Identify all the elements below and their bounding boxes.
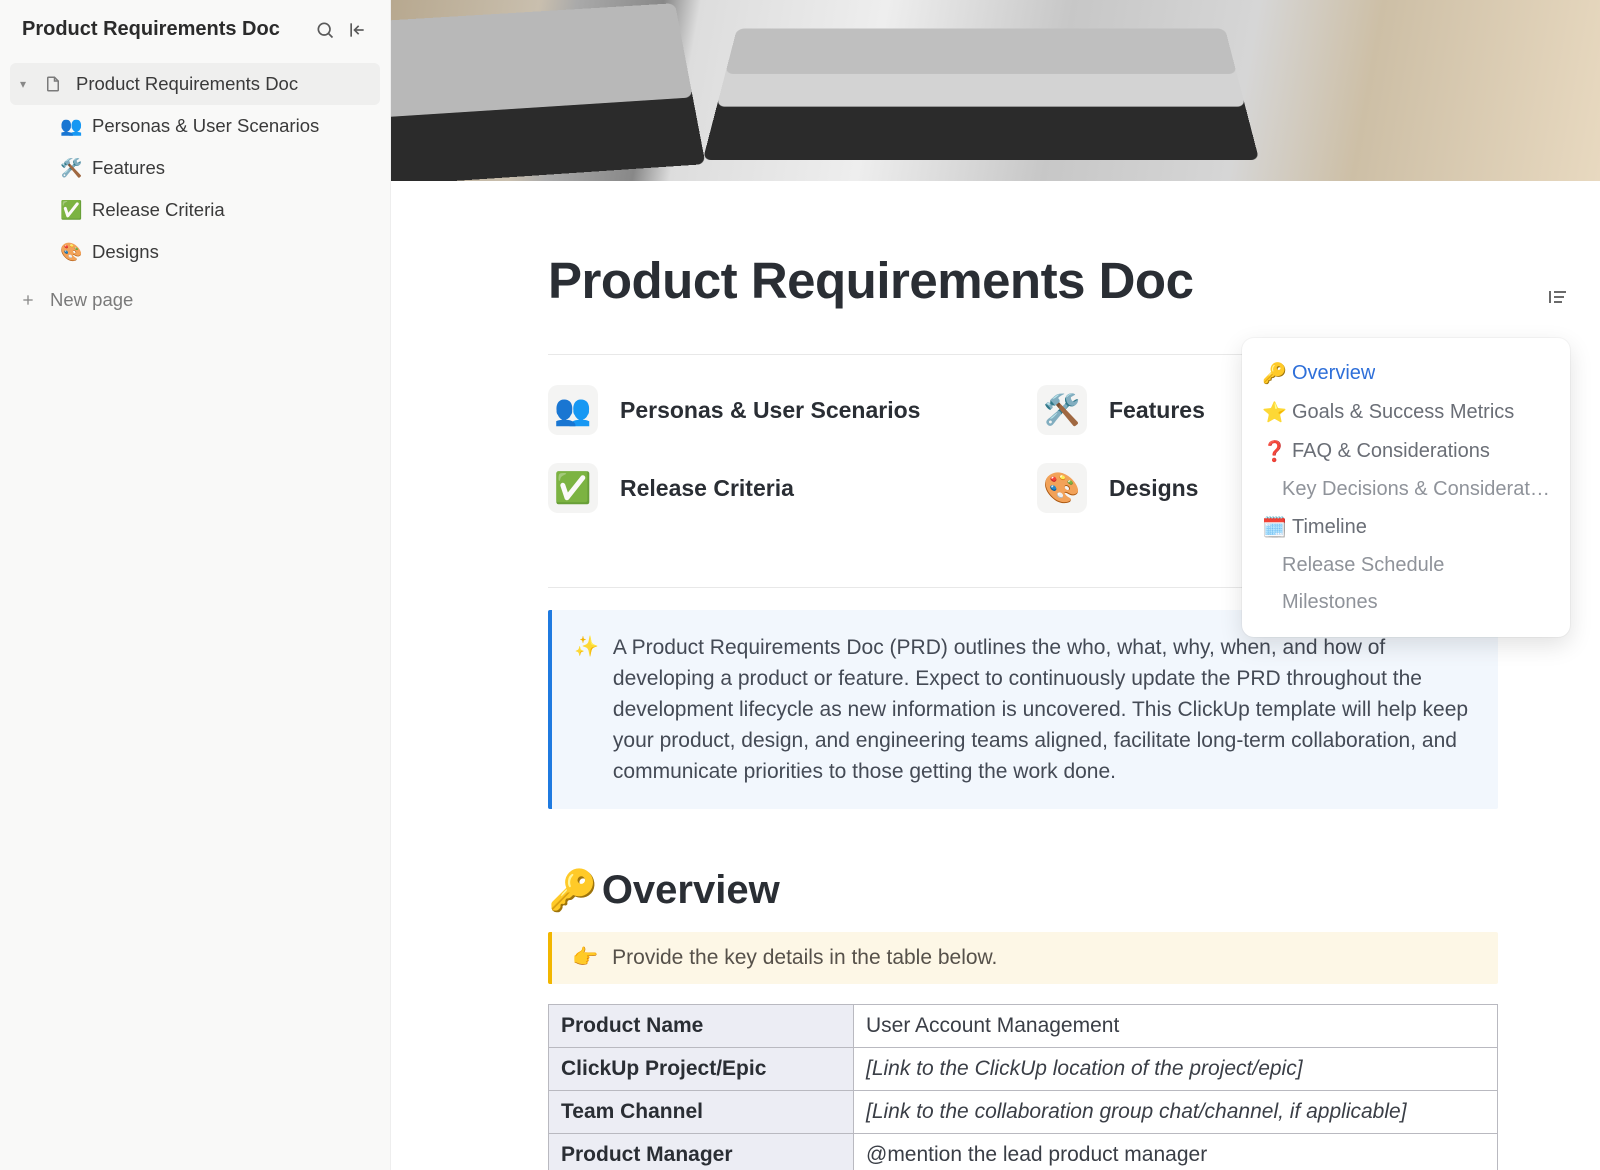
table-key: Team Channel	[549, 1091, 854, 1134]
card-label: Designs	[1109, 475, 1198, 502]
toc-item-faq[interactable]: ❓ FAQ & Considerations	[1252, 432, 1560, 471]
table-row[interactable]: Product Name User Account Management	[549, 1005, 1498, 1048]
designs-emoji-icon: 🎨	[60, 242, 82, 263]
calendar-emoji-icon: 🗓️	[1262, 515, 1284, 540]
sidebar-header: Product Requirements Doc	[0, 0, 390, 57]
hint-callout: 👉 Provide the key details in the table b…	[548, 932, 1498, 984]
toc-label: Overview	[1292, 362, 1375, 385]
table-key: Product Manager	[549, 1134, 854, 1170]
tree-item-label: Designs	[92, 241, 159, 263]
toc-label: Milestones	[1282, 591, 1378, 614]
toc-item-timeline[interactable]: 🗓️ Timeline	[1252, 508, 1560, 547]
card-label: Personas & User Scenarios	[620, 397, 920, 424]
chevron-down-icon[interactable]: ▾	[20, 77, 34, 91]
personas-emoji-icon: 👥	[548, 385, 598, 435]
toc-label: Release Schedule	[1282, 554, 1444, 577]
hint-text: Provide the key details in the table bel…	[612, 946, 997, 970]
tree-item-label: Personas & User Scenarios	[92, 115, 319, 137]
toc-label: Goals & Success Metrics	[1292, 401, 1514, 424]
table-row[interactable]: Product Manager @mention the lead produc…	[549, 1134, 1498, 1170]
main: 🔑 Overview ⭐ Goals & Success Metrics ❓ F…	[391, 0, 1600, 1170]
toc-item-goals[interactable]: ⭐ Goals & Success Metrics	[1252, 393, 1560, 432]
overview-title: Overview	[602, 868, 780, 913]
table-value[interactable]: [Link to the collaboration group chat/ch…	[854, 1091, 1498, 1134]
features-emoji-icon: 🛠️	[1037, 385, 1087, 435]
card-label: Release Criteria	[620, 475, 794, 502]
search-icon[interactable]	[314, 19, 336, 41]
key-emoji-icon: 🔑	[1262, 361, 1284, 386]
toc-label: Timeline	[1292, 516, 1367, 539]
table-value[interactable]: @mention the lead product manager	[854, 1134, 1498, 1170]
new-page-label: New page	[50, 289, 133, 311]
tree-item-label: Product Requirements Doc	[76, 73, 298, 95]
page-icon	[44, 75, 66, 93]
features-emoji-icon: 🛠️	[60, 158, 82, 179]
key-emoji-icon: 🔑	[548, 867, 598, 914]
tree-item-root[interactable]: ▾ Product Requirements Doc	[10, 63, 380, 105]
intro-callout: ✨ A Product Requirements Doc (PRD) outli…	[548, 610, 1498, 809]
sidebar: Product Requirements Doc ▾ Product Requi…	[0, 0, 391, 1170]
table-key: Product Name	[549, 1005, 854, 1048]
callout-text: A Product Requirements Doc (PRD) outline…	[613, 632, 1472, 787]
page-tree: ▾ Product Requirements Doc 👥 Personas & …	[0, 57, 390, 279]
release-emoji-icon: ✅	[548, 463, 598, 513]
table-value[interactable]: User Account Management	[854, 1005, 1498, 1048]
question-emoji-icon: ❓	[1262, 439, 1284, 464]
subpage-card-personas[interactable]: 👥 Personas & User Scenarios	[548, 385, 1009, 435]
tree-item-personas[interactable]: 👥 Personas & User Scenarios	[10, 105, 380, 147]
table-row[interactable]: Team Channel [Link to the collaboration …	[549, 1091, 1498, 1134]
subpage-card-release[interactable]: ✅ Release Criteria	[548, 463, 1009, 513]
tree-item-features[interactable]: 🛠️ Features	[10, 147, 380, 189]
release-emoji-icon: ✅	[60, 200, 82, 221]
table-key: ClickUp Project/Epic	[549, 1048, 854, 1091]
sidebar-title: Product Requirements Doc	[22, 18, 304, 41]
sparkles-emoji-icon: ✨	[574, 632, 599, 787]
toc-popover: 🔑 Overview ⭐ Goals & Success Metrics ❓ F…	[1242, 338, 1570, 637]
plus-icon	[20, 292, 36, 308]
page-title: Product Requirements Doc	[548, 251, 1498, 310]
collapse-sidebar-icon[interactable]	[346, 19, 368, 41]
tree-item-release[interactable]: ✅ Release Criteria	[10, 189, 380, 231]
table-value[interactable]: [Link to the ClickUp location of the pro…	[854, 1048, 1498, 1091]
tree-item-designs[interactable]: 🎨 Designs	[10, 231, 380, 273]
designs-emoji-icon: 🎨	[1037, 463, 1087, 513]
toc-item-decisions[interactable]: Key Decisions & Consideratio…	[1252, 471, 1560, 508]
pointing-emoji-icon: 👉	[572, 946, 598, 970]
toc-item-overview[interactable]: 🔑 Overview	[1252, 354, 1560, 393]
tree-item-label: Release Criteria	[92, 199, 225, 221]
overview-table: Product Name User Account Management Cli…	[548, 1004, 1498, 1170]
content: 🔑 Overview ⭐ Goals & Success Metrics ❓ F…	[391, 181, 1600, 1170]
new-page-button[interactable]: New page	[0, 279, 390, 321]
toc-label: Key Decisions & Consideratio…	[1282, 478, 1550, 501]
card-label: Features	[1109, 397, 1205, 424]
overview-heading: 🔑 Overview	[548, 867, 1498, 914]
page-body: Product Requirements Doc 👥 Personas & Us…	[548, 181, 1498, 1170]
toc-item-milestones[interactable]: Milestones	[1252, 584, 1560, 621]
outline-toggle-icon[interactable]	[1546, 285, 1570, 309]
toc-item-release-schedule[interactable]: Release Schedule	[1252, 547, 1560, 584]
personas-emoji-icon: 👥	[60, 116, 82, 137]
cover-image[interactable]	[391, 0, 1600, 181]
star-emoji-icon: ⭐	[1262, 400, 1284, 425]
tree-item-label: Features	[92, 157, 165, 179]
toc-label: FAQ & Considerations	[1292, 440, 1490, 463]
table-row[interactable]: ClickUp Project/Epic [Link to the ClickU…	[549, 1048, 1498, 1091]
